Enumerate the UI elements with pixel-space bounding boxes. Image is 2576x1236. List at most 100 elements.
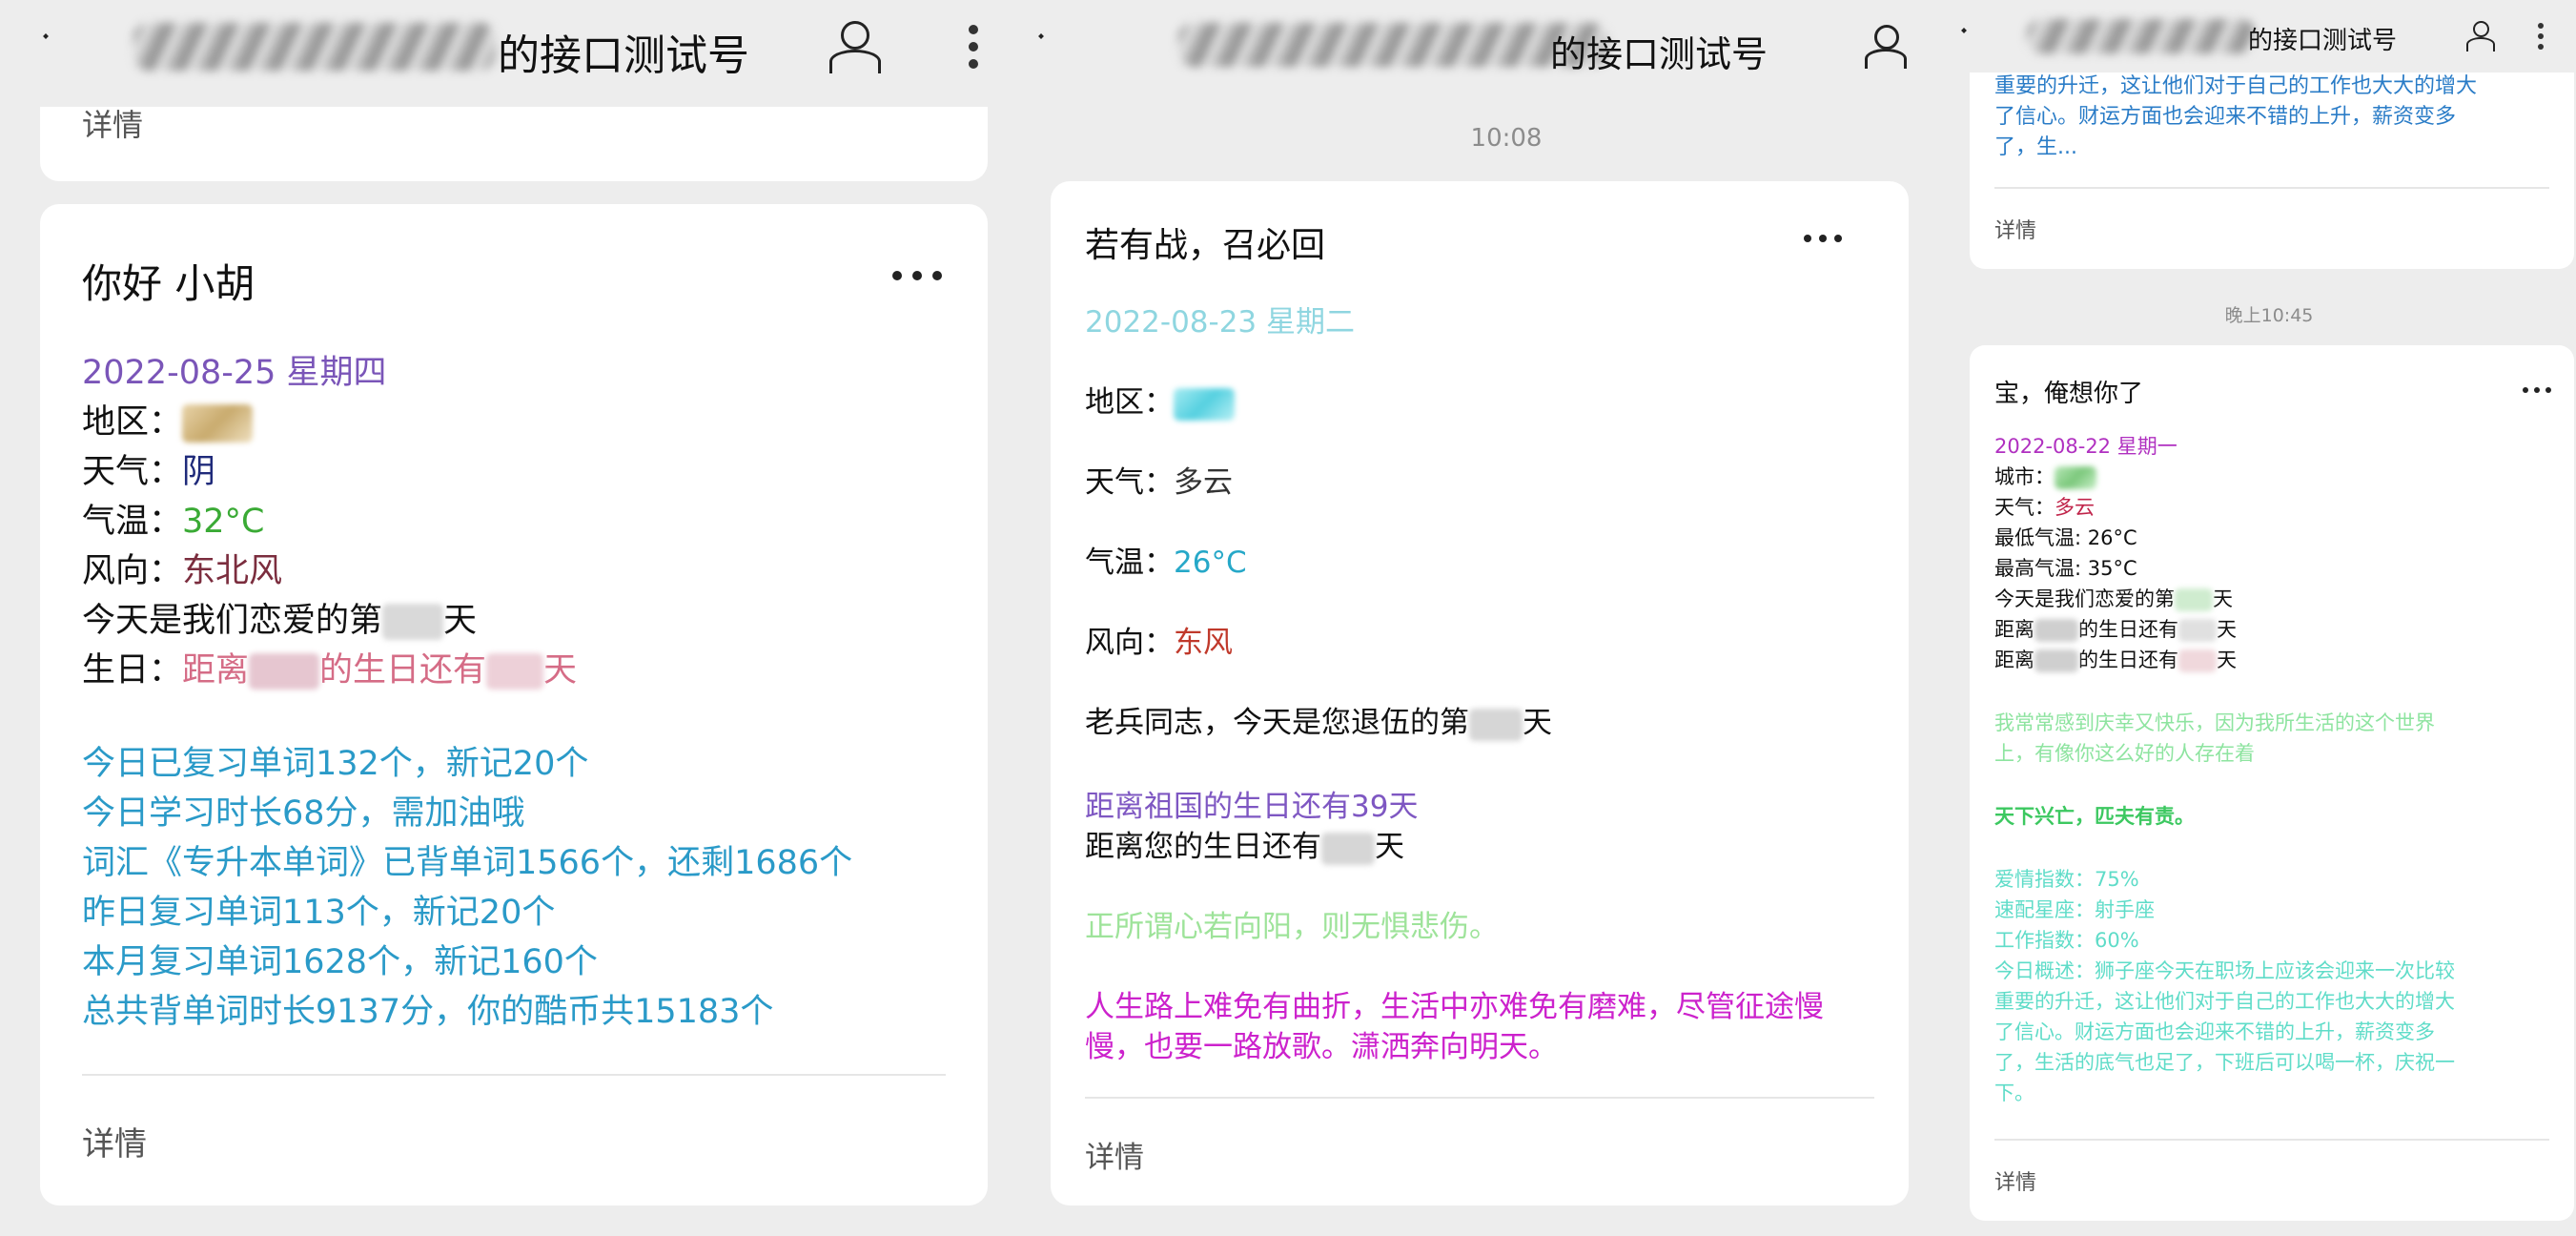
region-line: 地区： — [1085, 378, 1235, 421]
divider — [1085, 1097, 1874, 1099]
divider — [82, 1074, 946, 1076]
redacted-region — [182, 404, 254, 443]
message-card: 若有战，召必回 2022-08-23 星期二 地区： 天气：多云 气温：26°C… — [1051, 181, 1909, 1205]
study-line: 昨日复习单词113个，新记20个 — [82, 894, 556, 932]
overview-line: 重要的升迁，这让他们对于自己的工作也大大的增大 — [1994, 74, 2478, 98]
country-birthday-line: 距离祖国的生日还有39天 — [1085, 790, 1419, 824]
overview-line: 下。 — [1994, 1082, 2034, 1104]
redacted-city — [2055, 466, 2096, 489]
detail-link[interactable]: 详情 — [1994, 1165, 2036, 1196]
temperature-line: 气温：32°C — [82, 503, 265, 541]
divider — [1994, 187, 2549, 189]
date-line: 2022-08-25 星期四 — [82, 354, 387, 392]
wind-line: 风向：东北风 — [82, 552, 283, 590]
your-birthday-line: 距离您的生日还有天 — [1085, 830, 1404, 865]
message-time: 晚上10:45 — [2224, 305, 2314, 326]
back-arrow-icon[interactable] — [44, 34, 74, 65]
max-temp-line: 最高气温: 35°C — [1994, 557, 2137, 580]
study-line: 今日学习时长68分，需加油哦 — [82, 794, 525, 833]
study-line: 本月复习单词1628个，新记160个 — [82, 943, 598, 981]
message-time: 10:08 — [1470, 124, 1543, 153]
redacted-region — [1174, 387, 1235, 421]
temperature-line: 气温：26°C — [1085, 546, 1247, 580]
love-days-line: 今天是我们恋爱的第天 — [82, 602, 478, 640]
detail-link[interactable]: 详情 — [1085, 1133, 1144, 1176]
redacted-days — [2178, 619, 2217, 642]
study-line: 今日已复习单词132个，新记20个 — [82, 745, 589, 783]
profile-icon[interactable] — [828, 21, 881, 74]
overview-line: 了信心。财运方面也会迎来不错的上升，薪资变多 — [1994, 105, 2457, 129]
redacted-days — [1469, 708, 1523, 741]
study-line: 词汇《专升本单词》已背单词1566个，还剩1686个 — [82, 844, 853, 882]
redacted-account-name — [133, 23, 496, 71]
quote-line: 上，有像你这么好的人存在着 — [1994, 742, 2255, 765]
redacted-days — [1321, 832, 1375, 865]
chat-panel-3: 的接口测试号 重要的升迁，这让他们对于自己的工作也大大的增大 了信心。财运方面也… — [1932, 0, 2576, 1236]
weather-line: 天气：多云 — [1085, 465, 1233, 500]
chat-title: 的接口测试号 — [2248, 27, 2398, 55]
redacted-name — [2034, 649, 2078, 672]
wind-line: 风向：东风 — [1085, 626, 1233, 660]
quote-line: 慢，也要一路放歌。潇洒奔向明天。 — [1085, 1030, 1558, 1064]
card-title: 若有战，召必回 — [1085, 226, 1326, 265]
study-line: 总共背单词时长9137分，你的酷币共15183个 — [82, 993, 774, 1031]
message-card: 你好 小胡 2022-08-25 星期四 地区： 天气：阴 气温：32°C 风向… — [40, 204, 988, 1205]
chat-title: 的接口测试号 — [498, 31, 749, 80]
redacted-name — [249, 653, 320, 690]
overview-line: 了，生... — [1994, 135, 2077, 159]
birthday-line: 生日：距离 的生日还有天 — [82, 651, 578, 690]
card-title: 你好 小胡 — [82, 260, 256, 307]
previous-message-card: 重要的升迁，这让他们对于自己的工作也大大的增大 了信心。财运方面也会迎来不错的上… — [1970, 57, 2574, 269]
quote-line: 天下兴亡，匹夫有责。 — [1994, 805, 2195, 828]
chat-panel-1: 的接口测试号 详情 你好 小胡 2022-08-25 星期四 地区： 天气：阴 … — [0, 0, 1011, 1236]
love-days-line: 今天是我们恋爱的第天 — [1994, 587, 2233, 611]
redacted-days — [382, 604, 444, 640]
quote-line: 我常常感到庆幸又快乐，因为我所生活的这个世界 — [1994, 711, 2435, 734]
min-temp-line: 最低气温: 26°C — [1994, 526, 2137, 549]
overview-line: 今日概述：狮子座今天在职场上应该会迎来一次比较 — [1994, 959, 2455, 982]
more-vertical-icon[interactable] — [969, 25, 978, 69]
top-bar: 的接口测试号 — [1011, 0, 1964, 95]
top-bar: 的接口测试号 — [0, 0, 1011, 107]
birthday-line: 距离 的生日还有天 — [1994, 649, 2237, 672]
message-card: 宝，俺想你了 2022-08-22 星期一 城市： 天气：多云 最低气温: 26… — [1970, 345, 2574, 1221]
redacted-days — [486, 653, 544, 690]
redacted-name — [2034, 619, 2078, 642]
redacted-days — [2178, 649, 2217, 672]
card-title: 宝，俺想你了 — [1994, 380, 2144, 408]
work-index-line: 工作指数：60% — [1994, 929, 2139, 952]
quote-line: 人生路上难免有曲折，生活中亦难免有磨难，尽管征途慢 — [1085, 990, 1824, 1024]
birthday-line: 距离 的生日还有天 — [1994, 618, 2237, 642]
detail-link[interactable]: 详情 — [82, 1118, 147, 1164]
redacted-days — [2175, 588, 2213, 611]
back-arrow-icon[interactable] — [1962, 29, 1979, 46]
region-line: 地区： — [82, 395, 254, 443]
more-horizontal-icon[interactable] — [2523, 387, 2551, 393]
redacted-account-name — [1178, 23, 1607, 67]
overview-line: 了信心。财运方面也会迎来不错的上升，薪资变多 — [1994, 1020, 2435, 1043]
profile-icon[interactable] — [2465, 21, 2496, 52]
detail-link[interactable]: 详情 — [82, 101, 143, 145]
weather-line: 天气：多云 — [1994, 496, 2095, 519]
weather-line: 天气：阴 — [82, 453, 216, 491]
date-line: 2022-08-23 星期二 — [1085, 305, 1356, 340]
top-bar: 的接口测试号 — [1932, 0, 2576, 72]
back-arrow-icon[interactable] — [1039, 34, 1064, 59]
more-vertical-icon[interactable] — [2538, 23, 2544, 50]
overview-line: 了，生活的底气也足了，下班后可以喝一杯，庆祝一 — [1994, 1051, 2455, 1074]
love-index-line: 爱情指数：75% — [1994, 868, 2139, 891]
more-horizontal-icon[interactable] — [1804, 235, 1842, 242]
veteran-days-line: 老兵同志，今天是您退伍的第天 — [1085, 706, 1552, 741]
quote-line: 正所谓心若向阳，则无惧悲伤。 — [1085, 910, 1499, 944]
date-line: 2022-08-22 星期一 — [1994, 435, 2177, 458]
match-sign-line: 速配星座：射手座 — [1994, 898, 2155, 921]
city-line: 城市： — [1994, 462, 2096, 490]
more-horizontal-icon[interactable] — [892, 271, 942, 280]
chat-title: 的接口测试号 — [1550, 33, 1768, 75]
divider — [1994, 1139, 2549, 1141]
redacted-account-name — [2027, 19, 2256, 53]
overview-line: 重要的升迁，这让他们对于自己的工作也大大的增大 — [1994, 990, 2455, 1013]
profile-icon[interactable] — [1863, 25, 1907, 69]
chat-panel-2: 的接口测试号 10:08 若有战，召必回 2022-08-23 星期二 地区： … — [1011, 0, 1964, 1236]
detail-link[interactable]: 详情 — [1994, 214, 2036, 244]
